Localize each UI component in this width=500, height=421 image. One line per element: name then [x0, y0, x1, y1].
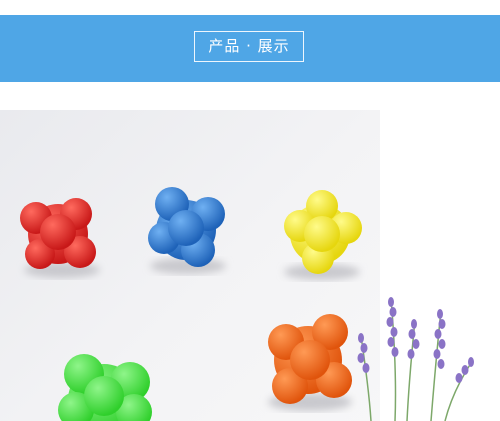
yellow-reaction-ball — [284, 190, 362, 280]
product-photo — [0, 110, 380, 421]
lavender-decoration — [357, 297, 474, 421]
green-reaction-ball — [58, 354, 152, 421]
blue-reaction-ball — [148, 187, 226, 274]
section-header-banner: 产品 · 展示 — [0, 15, 500, 82]
red-reaction-ball — [20, 198, 100, 278]
orange-reaction-ball — [268, 314, 352, 411]
section-title: 产品 · 展示 — [194, 31, 304, 62]
top-whitespace — [0, 0, 500, 15]
